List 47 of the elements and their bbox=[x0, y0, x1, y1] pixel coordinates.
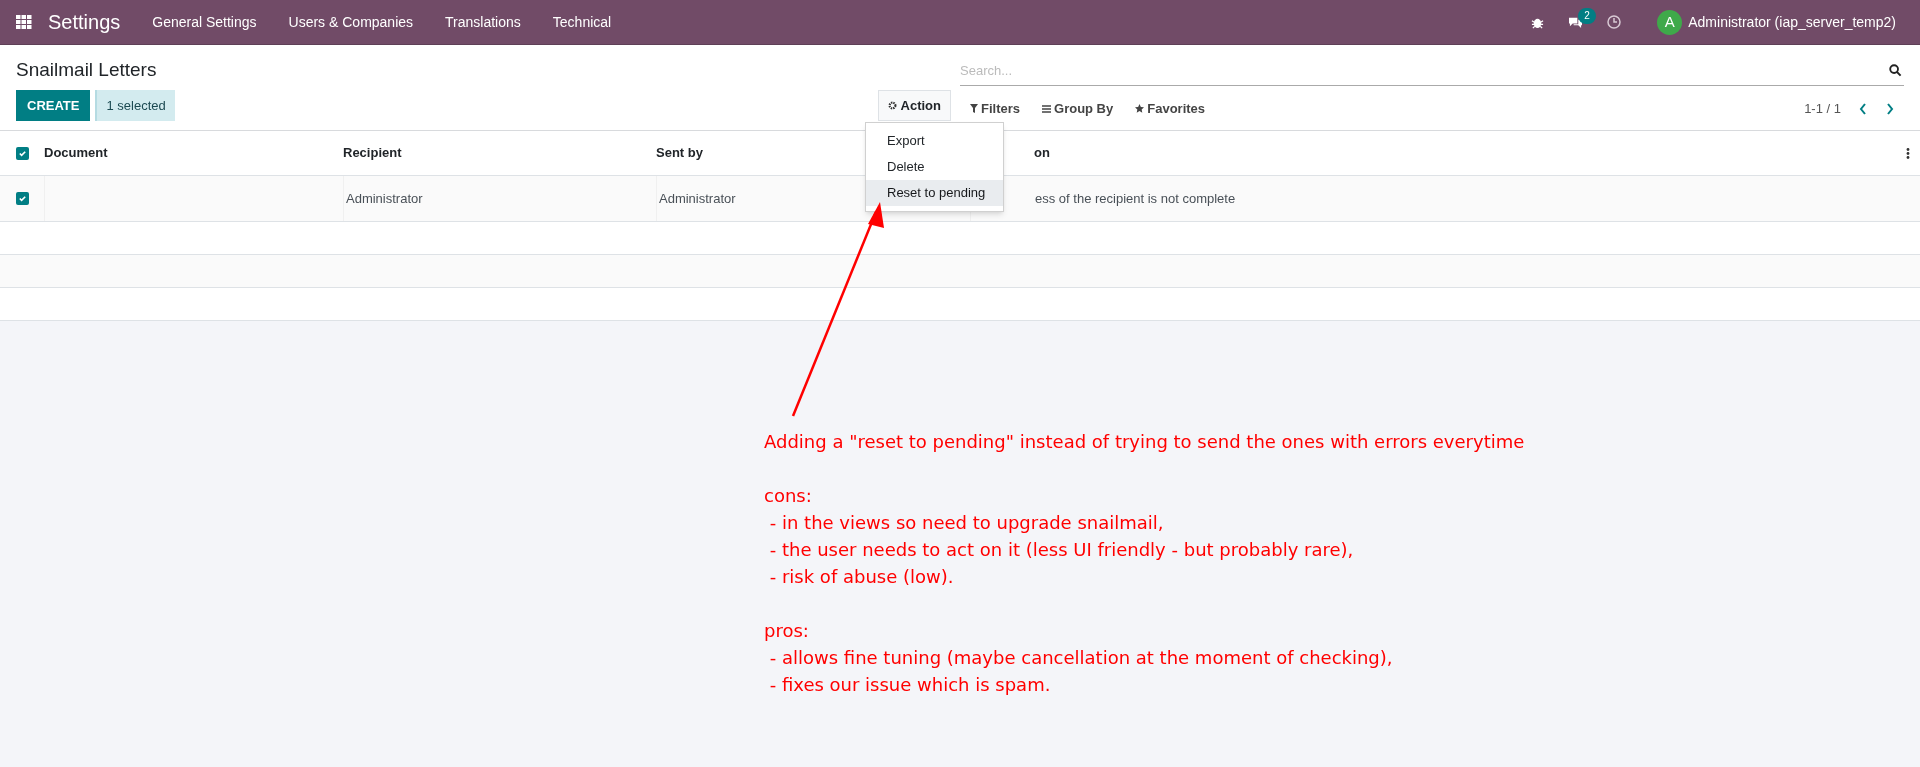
annotation-line: - allows fine tuning (maybe cancellation at the moment of checking), bbox=[768, 646, 1394, 670]
clock-icon[interactable] bbox=[1607, 15, 1622, 29]
gear-icon bbox=[887, 101, 897, 110]
annotation-line: - in the views so need to upgrade snailmail, bbox=[768, 511, 1165, 535]
annotation-subtitle: cons: bbox=[764, 484, 813, 508]
search-icon[interactable] bbox=[1889, 64, 1902, 77]
apps-grid-icon[interactable] bbox=[16, 15, 32, 29]
selection-counter: 1 selected bbox=[95, 90, 175, 121]
app-title[interactable]: Settings bbox=[48, 7, 121, 37]
table-cell-text: ess of the recipient is not complete bbox=[1035, 189, 1236, 208]
user-name[interactable]: Administrator (iap_server_temp2) bbox=[1688, 11, 1896, 33]
annotation-line: - fixes our issue which is spam. bbox=[768, 673, 1052, 697]
chevron-right-icon[interactable] bbox=[1886, 102, 1894, 115]
column-header[interactable]: on bbox=[1034, 145, 1050, 161]
menu-item[interactable]: Technical bbox=[552, 11, 612, 33]
menu-item[interactable]: Translations bbox=[445, 11, 521, 33]
annotation-heading: Adding a "reset to pending" instead of trying to send the ones with errors everytime bbox=[764, 430, 1525, 454]
pager-text[interactable]: 1-1 / 1 bbox=[1804, 99, 1841, 119]
page-title: Snailmail Letters bbox=[16, 58, 158, 82]
message-count: 2 bbox=[1578, 7, 1596, 24]
column-header[interactable]: Sent by bbox=[656, 145, 703, 161]
annotation-line: - the user needs to act on it (less UI friendly - but probably rare), bbox=[768, 538, 1355, 562]
list-icon bbox=[1042, 104, 1051, 113]
checkbox[interactable] bbox=[16, 146, 29, 160]
more-options-icon[interactable] bbox=[1906, 147, 1910, 159]
create-button[interactable]: CREATE bbox=[16, 90, 91, 121]
filters-button[interactable]: Filters bbox=[970, 99, 1020, 119]
annotation-line: - risk of abuse (low). bbox=[768, 565, 955, 589]
favorites-button[interactable]: Favorites bbox=[1135, 99, 1206, 119]
action-button[interactable]: Action bbox=[877, 90, 951, 121]
annotation-subtitle: pros: bbox=[764, 619, 810, 643]
dropdown-item[interactable]: Export bbox=[866, 128, 1003, 154]
group-by-button[interactable]: Group By bbox=[1042, 99, 1114, 119]
table-cell-text: Administrator bbox=[346, 189, 423, 208]
check-icon bbox=[18, 194, 27, 203]
chevron-left-icon[interactable] bbox=[1859, 102, 1867, 115]
checkbox[interactable] bbox=[16, 192, 29, 205]
column-header[interactable]: Recipient bbox=[343, 145, 402, 161]
dropdown-item[interactable]: Reset to pending bbox=[866, 180, 1003, 206]
menu-item[interactable]: Users & Companies bbox=[288, 11, 414, 33]
check-icon bbox=[18, 148, 27, 158]
table-cell-text: Administrator bbox=[659, 189, 736, 208]
search-field[interactable]: Search... bbox=[960, 55, 1904, 86]
funnel-icon bbox=[970, 104, 978, 114]
column-header[interactable]: Document bbox=[44, 145, 108, 161]
star-icon bbox=[1135, 104, 1145, 114]
menu-item[interactable]: General Settings bbox=[152, 11, 257, 33]
